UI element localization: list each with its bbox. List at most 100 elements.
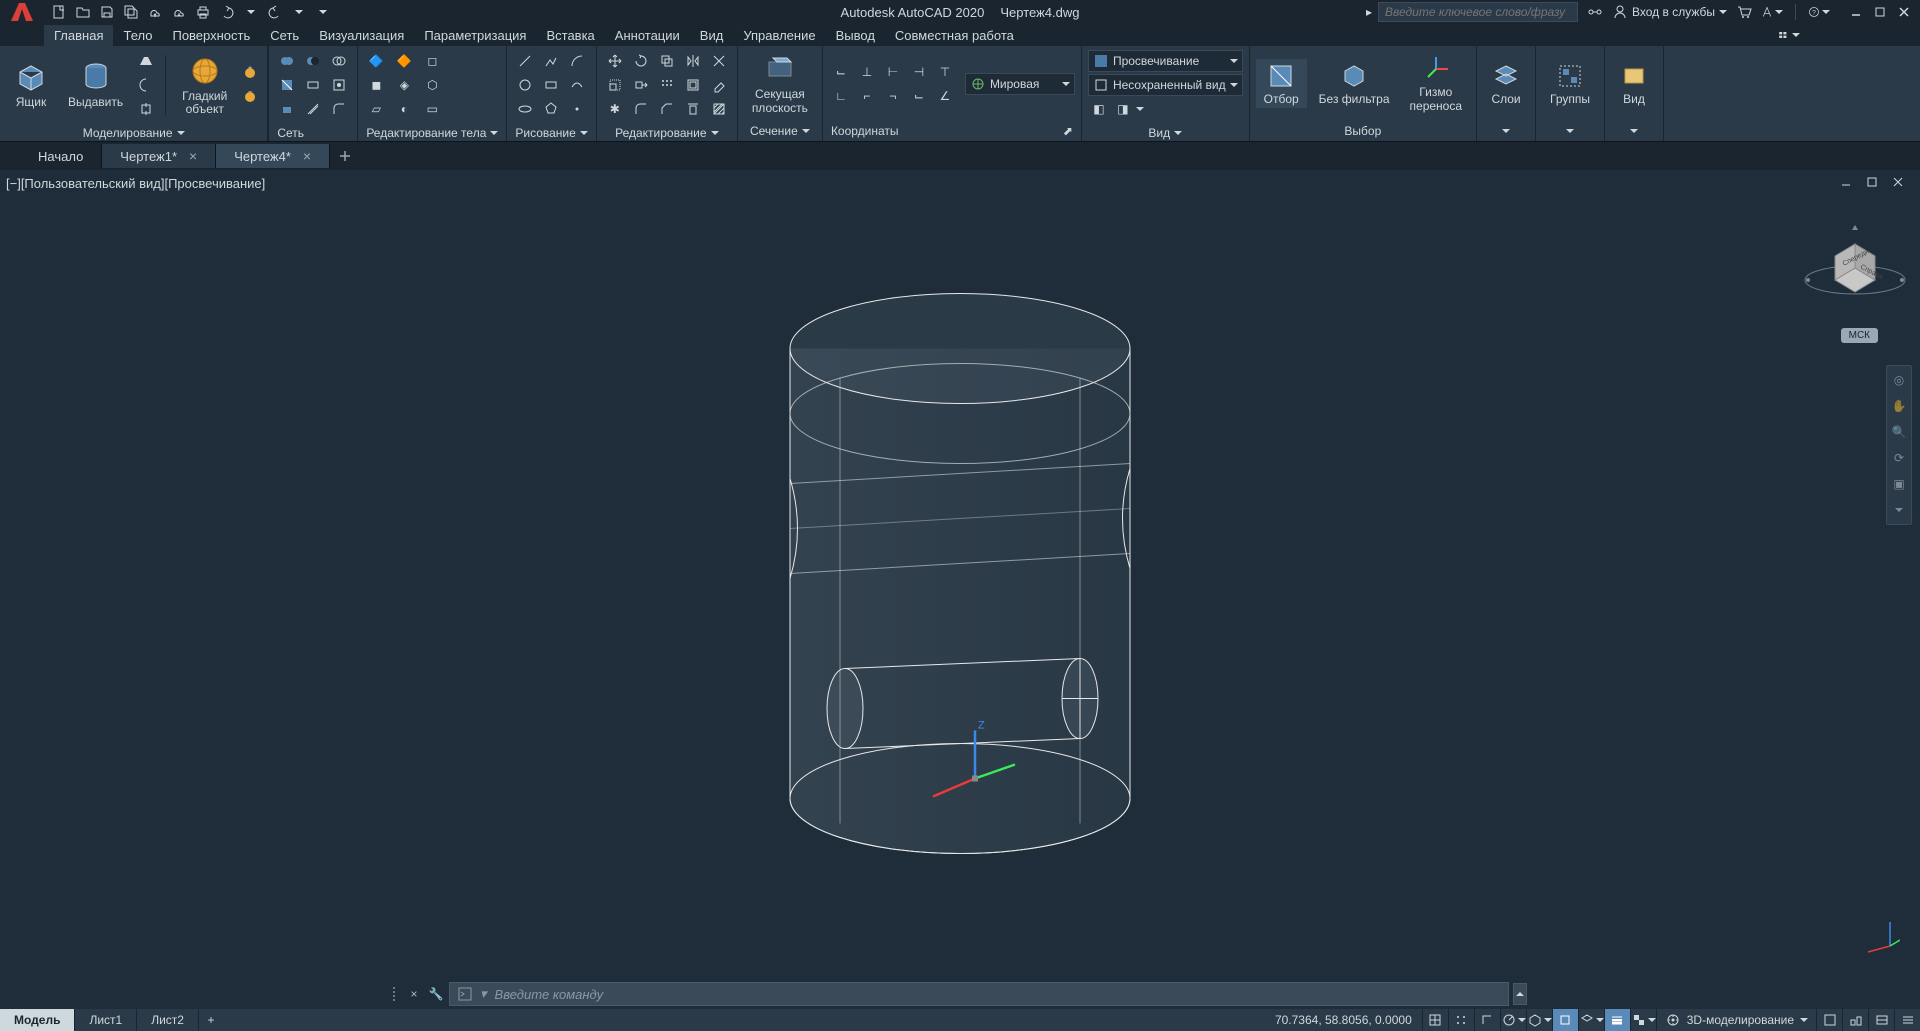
status-annotation-icon[interactable] [1816, 1009, 1842, 1031]
file-tab-1[interactable]: Чертеж1*× [102, 144, 216, 168]
copy-icon[interactable] [655, 50, 679, 72]
status-units-icon[interactable] [1842, 1009, 1868, 1031]
ucs-icon-8[interactable]: ¬ [881, 85, 905, 107]
array-icon[interactable] [655, 74, 679, 96]
close-button[interactable] [1894, 4, 1914, 20]
chamfer-icon[interactable] [655, 98, 679, 120]
saved-view-dropdown[interactable]: Несохраненный вид [1088, 74, 1243, 96]
se-8-icon[interactable]: ◐ [392, 98, 416, 120]
tab-output[interactable]: Вывод [826, 25, 885, 46]
revolve-icon[interactable] [135, 74, 157, 96]
featured-apps-icon[interactable] [1778, 24, 1800, 46]
print-icon[interactable] [192, 1, 214, 23]
panel-view-title[interactable]: Вид [1082, 124, 1249, 141]
ucs-icon-3[interactable]: ⊢ [881, 61, 905, 83]
thicken-icon[interactable] [301, 74, 325, 96]
search-input[interactable] [1378, 2, 1578, 22]
viewport-label[interactable]: [−][Пользовательский вид][Просвечивание] [6, 176, 265, 191]
view-tool-1-icon[interactable]: ◧ [1088, 98, 1110, 120]
panel-layers-expand[interactable] [1477, 121, 1535, 141]
culling-button[interactable]: Отбор [1256, 59, 1307, 108]
status-osnap-icon[interactable] [1552, 1009, 1578, 1031]
cloud-save-icon[interactable] [168, 1, 190, 23]
app-a-icon[interactable] [1761, 1, 1783, 23]
mesh-smooth-more-icon[interactable]: + [239, 62, 261, 84]
cmd-drag-handle[interactable] [393, 987, 401, 1001]
panel-coords-title[interactable]: Координаты⬈ [823, 121, 1081, 141]
ucs-icon-6[interactable]: ∟ [829, 85, 853, 107]
spline-icon[interactable] [565, 74, 589, 96]
fillet-icon[interactable] [629, 98, 653, 120]
vp-maximize[interactable] [1862, 174, 1882, 190]
align-icon[interactable] [681, 98, 705, 120]
panel-modeling-title[interactable]: Моделирование [0, 124, 267, 141]
status-customize-icon[interactable] [1894, 1009, 1920, 1031]
line-icon[interactable] [513, 50, 537, 72]
ucs-icon-10[interactable]: ∠ [933, 85, 957, 107]
panel-groups-expand[interactable] [1536, 121, 1604, 141]
move-icon[interactable] [603, 50, 627, 72]
status-isodraft-icon[interactable] [1526, 1009, 1552, 1031]
status-grid-icon[interactable] [1422, 1009, 1448, 1031]
extrude-face-icon[interactable] [275, 98, 299, 120]
ucs-icon-4[interactable]: ⊣ [907, 61, 931, 83]
close-tab-2[interactable]: × [303, 148, 311, 164]
presspull-icon[interactable] [135, 98, 157, 120]
status-snap-icon[interactable] [1448, 1009, 1474, 1031]
close-tab-1[interactable]: × [189, 148, 197, 164]
zoom-icon[interactable]: 🔍 [1889, 422, 1909, 442]
rect-icon[interactable] [539, 74, 563, 96]
undo-dropdown[interactable] [240, 1, 262, 23]
file-tab-2[interactable]: Чертеж4*× [216, 144, 330, 168]
polygon-icon[interactable] [539, 98, 563, 120]
tab-home[interactable]: Главная [44, 25, 113, 46]
panel-draw-title[interactable]: Рисование [507, 124, 595, 141]
viewcube[interactable]: Спереди Справа [1800, 220, 1890, 310]
tab-mesh[interactable]: Сеть [260, 25, 309, 46]
se-4-icon[interactable]: ◼ [364, 74, 388, 96]
se-6-icon[interactable]: ⬡ [420, 74, 444, 96]
tab-collab[interactable]: Совместная работа [885, 25, 1024, 46]
status-ortho-icon[interactable] [1474, 1009, 1500, 1031]
tab-visualize[interactable]: Визуализация [309, 25, 414, 46]
cmd-customize-icon[interactable]: 🔧 [427, 985, 445, 1003]
se-9-icon[interactable]: ▭ [420, 98, 444, 120]
tab-annotate[interactable]: Аннотации [605, 25, 690, 46]
saveas-icon[interactable] [120, 1, 142, 23]
status-lwt-icon[interactable] [1604, 1009, 1630, 1031]
status-polar-icon[interactable] [1500, 1009, 1526, 1031]
layout-tab-model[interactable]: Модель [0, 1009, 75, 1031]
tab-view[interactable]: Вид [690, 25, 734, 46]
hatch-icon[interactable] [707, 98, 731, 120]
mirror-icon[interactable] [681, 50, 705, 72]
se-3-icon[interactable]: ◻ [420, 50, 444, 72]
visual-style-dropdown[interactable]: Просвечивание [1088, 50, 1243, 72]
nav-expand-icon[interactable] [1889, 500, 1909, 520]
new-icon[interactable] [48, 1, 70, 23]
union-icon[interactable] [275, 50, 299, 72]
layers-button[interactable]: Слои [1483, 59, 1529, 108]
ucs-icon-9[interactable]: ⌙ [907, 85, 931, 107]
slice-icon[interactable] [275, 74, 299, 96]
redo-dropdown[interactable] [288, 1, 310, 23]
workspace-dropdown[interactable]: 3D-моделирование [1656, 1009, 1816, 1031]
status-transparency-icon[interactable] [1630, 1009, 1656, 1031]
offset-edge-icon[interactable] [301, 98, 325, 120]
se-2-icon[interactable]: 🔶 [392, 50, 416, 72]
qat-expand-icon[interactable] [312, 1, 334, 23]
fillet-edge-icon[interactable] [327, 98, 351, 120]
polysolid-icon[interactable] [135, 50, 157, 72]
start-tab[interactable]: Начало [20, 144, 102, 168]
signin-button[interactable]: Вход в службы [1612, 4, 1727, 20]
panel-section-title[interactable]: Сечение [738, 121, 822, 141]
scale-icon[interactable] [603, 74, 627, 96]
subtract-icon[interactable] [301, 50, 325, 72]
pan-icon[interactable]: ✋ [1889, 396, 1909, 416]
view-tool-2-icon[interactable]: ◨ [1112, 98, 1134, 120]
gizmo-button[interactable]: Гизмо переноса [1402, 52, 1471, 114]
app-menu-button[interactable] [0, 0, 44, 24]
ucs-world-dropdown[interactable]: Мировая [965, 73, 1075, 95]
viewport[interactable]: [−][Пользовательский вид][Просвечивание]… [0, 170, 1920, 979]
cmd-history-expand[interactable] [1513, 983, 1527, 1005]
status-3dosnap-icon[interactable] [1578, 1009, 1604, 1031]
